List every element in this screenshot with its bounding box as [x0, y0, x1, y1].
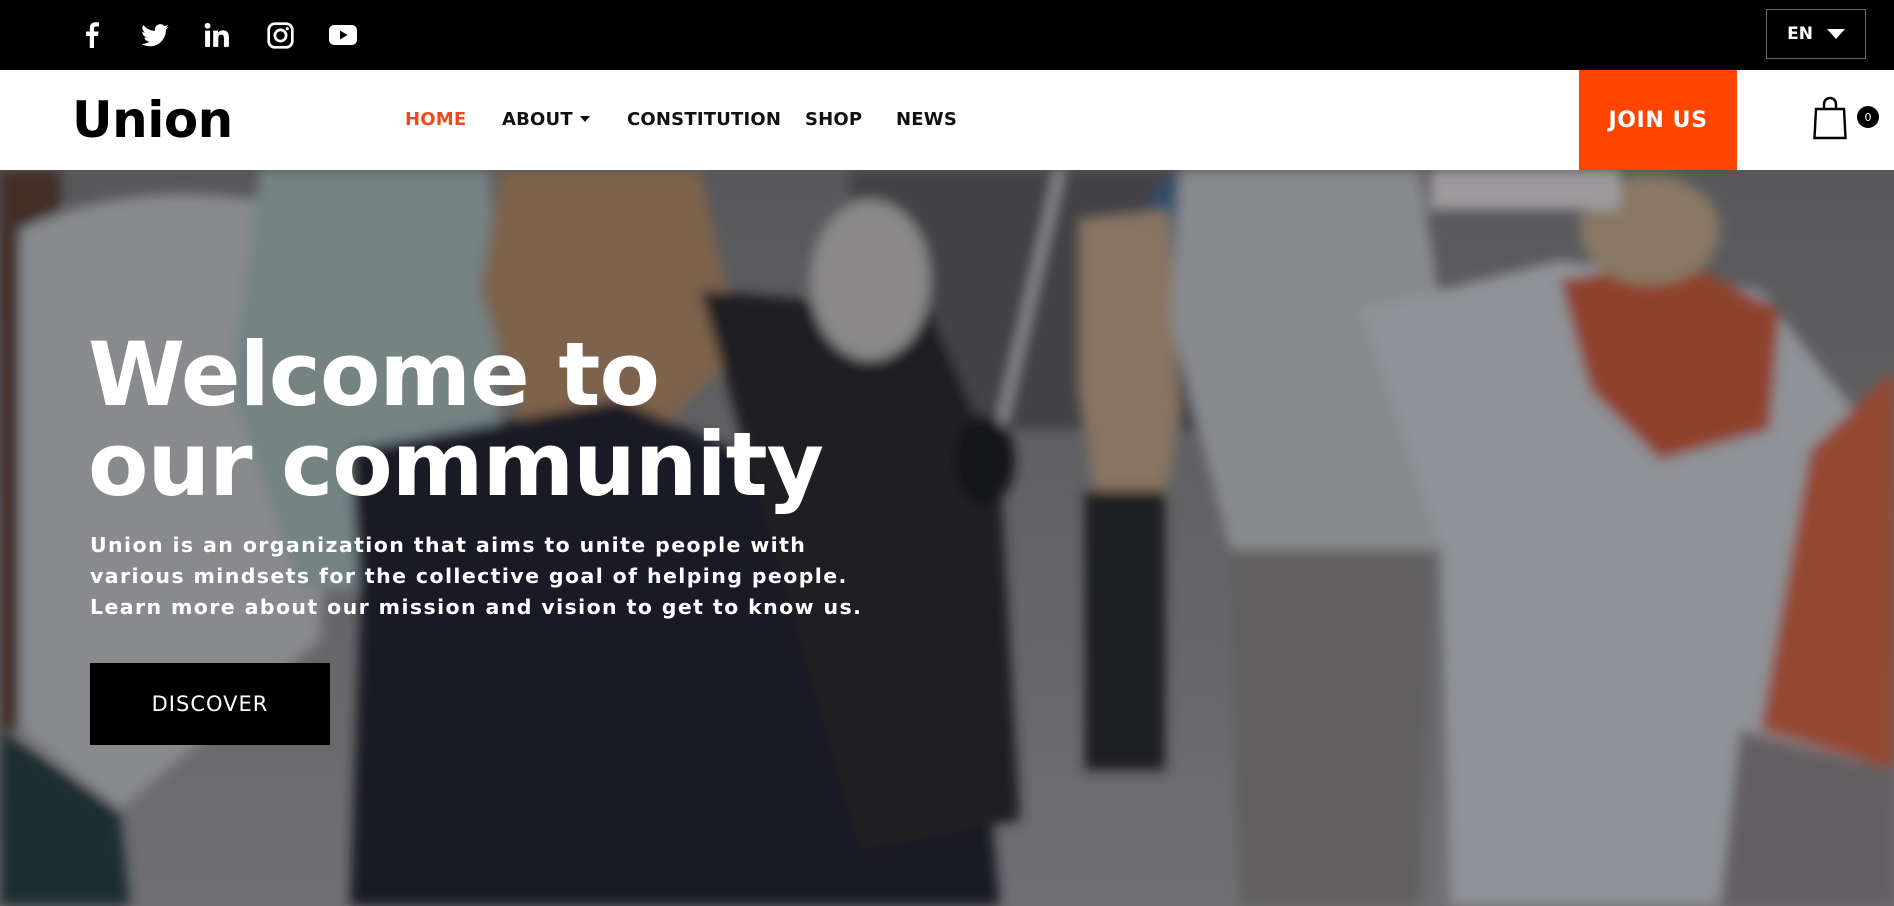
hero-title-line: our community	[88, 413, 824, 516]
hero-title: Welcome to our community	[88, 323, 824, 516]
hero-description-line: Learn more about our mission and vision …	[90, 595, 863, 619]
hero-description: Union is an organization that aims to un…	[90, 530, 890, 623]
dropdown-caret-icon	[579, 115, 590, 122]
cart-button[interactable]	[1812, 96, 1848, 140]
join-us-button[interactable]: JOIN US	[1579, 70, 1737, 170]
nav-item-label: ABOUT	[502, 109, 573, 130]
nav-item-label: NEWS	[896, 109, 957, 130]
language-label: EN	[1787, 24, 1813, 44]
nav-item-home[interactable]: HOME	[405, 109, 466, 131]
main-nav: Union HOME ABOUT CONSTITUTION SHOP NEWS …	[0, 70, 1894, 170]
nav-item-label: HOME	[405, 109, 467, 130]
logo[interactable]: Union	[72, 92, 233, 148]
cart-count-badge: 0	[1857, 106, 1879, 128]
nav-item-news[interactable]: NEWS	[896, 109, 957, 131]
language-selector[interactable]: EN	[1766, 9, 1866, 59]
youtube-link[interactable]	[326, 18, 360, 52]
youtube-icon	[329, 25, 357, 45]
hero-section: Welcome to our community Union is an org…	[0, 170, 1894, 906]
top-bar: EN	[0, 0, 1894, 70]
instagram-link[interactable]	[263, 18, 297, 52]
nav-item-shop[interactable]: SHOP	[805, 109, 862, 131]
nav-item-label: SHOP	[805, 109, 863, 130]
twitter-link[interactable]	[138, 18, 172, 52]
nav-item-about[interactable]: ABOUT	[502, 109, 590, 131]
shopping-bag-icon	[1813, 96, 1847, 140]
hero-description-line: Union is an organization that aims to un…	[90, 533, 807, 557]
twitter-icon	[141, 23, 169, 46]
facebook-link[interactable]	[75, 18, 109, 52]
nav-item-label: CONSTITUTION	[627, 109, 782, 130]
discover-button[interactable]: DISCOVER	[90, 663, 330, 745]
hero-title-line: Welcome to	[88, 323, 660, 426]
nav-item-constitution[interactable]: CONSTITUTION	[627, 109, 781, 131]
hero-description-line: various mindsets for the collective goal…	[90, 564, 848, 588]
instagram-icon	[266, 21, 294, 49]
linkedin-link[interactable]	[200, 18, 234, 52]
chevron-down-icon	[1826, 29, 1845, 39]
facebook-icon	[86, 22, 99, 48]
linkedin-icon	[204, 22, 229, 47]
